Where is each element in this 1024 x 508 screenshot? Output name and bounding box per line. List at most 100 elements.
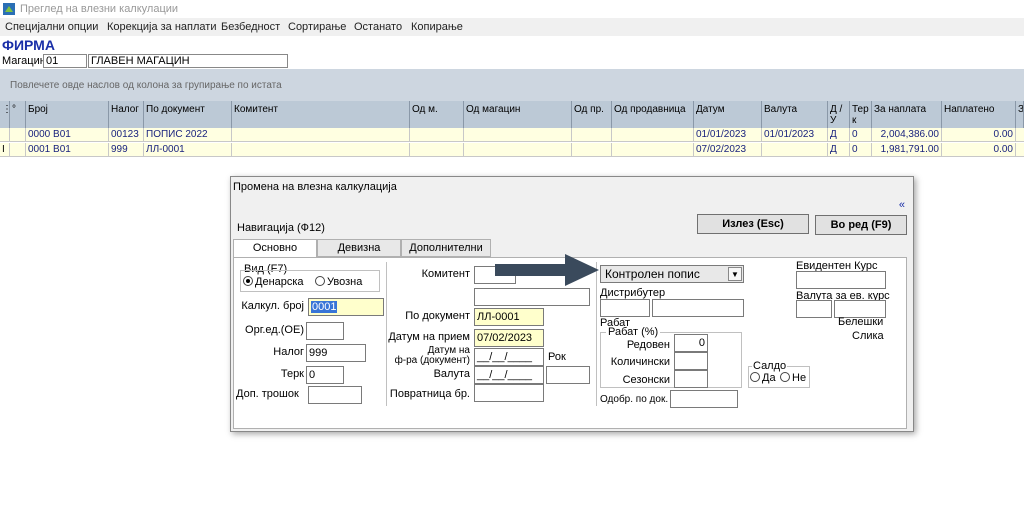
col-od-m[interactable]: Од м. [410, 101, 464, 128]
sort-header[interactable]: ° [10, 101, 26, 128]
terk-input[interactable]: 0 [306, 366, 344, 384]
cell-du[interactable]: Д [828, 143, 850, 157]
dialog-title: Промена на влезна калкулација [233, 181, 397, 193]
menu-other[interactable]: Останато [354, 21, 402, 33]
distributer-code-input[interactable] [600, 299, 650, 317]
menu-bar: Специјални опции Корекција за наплати Бе… [0, 18, 1024, 36]
cell-naplateno[interactable]: 0.00 [942, 143, 1016, 157]
ok-button[interactable]: Во ред (F9) [815, 215, 907, 235]
cell-nalog[interactable]: 00123 [109, 128, 144, 142]
menu-sorting[interactable]: Сортирање [288, 21, 346, 33]
radio-selected-icon [243, 276, 253, 286]
tab-dopolnitelni[interactable]: Дополнителни [401, 239, 491, 257]
cell-za-naplata[interactable]: 1,981,791.00 [872, 143, 942, 157]
col-komitent[interactable]: Комитент [232, 101, 410, 128]
group-by-area[interactable]: Повлечете овде наслов од колона за групи… [0, 69, 1024, 101]
extra-cost-label: Доп. трошок [236, 388, 299, 400]
saldo-ne-option[interactable]: Не [780, 372, 806, 384]
cell-po-dokument[interactable]: ЛЛ-0001 [144, 143, 232, 157]
document-type-select[interactable]: Контролен попис ▼ [600, 265, 744, 283]
col-broj[interactable]: Број [26, 101, 109, 128]
warehouse-name-field[interactable]: ГЛАВЕН МАГАЦИН [88, 54, 288, 68]
datum-priem-input[interactable]: 07/02/2023 [474, 329, 544, 347]
po-dokument-label: По документ [405, 310, 470, 322]
navigation-label[interactable]: Навигација (Ф12) [237, 222, 325, 234]
kolicinski-input[interactable] [674, 352, 708, 370]
col-naplateno[interactable]: Наплатено [942, 101, 1016, 128]
row-selector-header[interactable]: ⋮ [0, 101, 10, 128]
cell-valuta[interactable] [762, 143, 828, 157]
table-row[interactable]: I 0001 В01 999 ЛЛ-0001 07/02/2023 Д 0 1,… [0, 143, 1024, 157]
evid-kurs-input[interactable] [796, 271, 886, 289]
radio-icon [750, 372, 760, 382]
nalog-input[interactable]: 999 [306, 344, 366, 362]
cell-broj[interactable]: 0000 В01 [26, 128, 109, 142]
odobr-input[interactable] [670, 390, 738, 408]
cell-du[interactable]: Д [828, 128, 850, 142]
distributer-name-input[interactable] [652, 299, 744, 317]
cell-naplateno[interactable]: 0.00 [942, 128, 1016, 142]
valuta-input[interactable]: __/__/____ [474, 366, 544, 384]
cell-komitent[interactable] [232, 143, 410, 157]
cell-za-naplata[interactable]: 2,004,386.00 [872, 128, 942, 142]
col-terk[interactable]: Тер к [850, 101, 872, 128]
terk-label: Терк [280, 368, 304, 380]
col-z[interactable]: З [1016, 101, 1024, 128]
sezonski-input[interactable] [674, 370, 708, 388]
vid-uvozna-option[interactable]: Увозна [315, 276, 362, 288]
cell-po-dokument[interactable]: ПОПИС 2022 [144, 128, 232, 142]
datum-faktura-input[interactable]: __/__/____ [474, 348, 544, 366]
chevron-down-icon[interactable]: ▼ [728, 267, 742, 281]
col-od-prodavnica[interactable]: Од продавница [612, 101, 694, 128]
tab-osnovno[interactable]: Основно [233, 239, 317, 258]
distributer-label: Дистрибутер [600, 287, 666, 299]
vid-denarska-option[interactable]: Денарска [243, 276, 304, 288]
saldo-da-option[interactable]: Да [750, 372, 776, 384]
title-bar: Преглед на влезни калкулации [0, 0, 1024, 18]
tab-devizna[interactable]: Девизна [317, 239, 401, 257]
slika-link[interactable]: Слика [852, 330, 884, 342]
odobr-label: Одобр. по док. [600, 394, 669, 405]
menu-copying[interactable]: Копирање [411, 21, 463, 33]
edit-calculation-dialog: Промена на влезна калкулација « Навигаци… [230, 176, 914, 432]
col-za-naplata[interactable]: За наплата [872, 101, 942, 128]
cell-broj[interactable]: 0001 В01 [26, 143, 109, 157]
col-od-magacin[interactable]: Од магацин [464, 101, 572, 128]
col-datum[interactable]: Датум [694, 101, 762, 128]
saldo-label: Салдо [752, 360, 788, 372]
table-row[interactable]: 0000 В01 00123 ПОПИС 2022 01/01/2023 01/… [0, 128, 1024, 142]
extra-cost-input[interactable] [308, 386, 362, 404]
menu-special-options[interactable]: Специјални опции [5, 21, 98, 33]
col-od-pr[interactable]: Од пр. [572, 101, 612, 128]
cell-terk[interactable]: 0 [850, 143, 872, 157]
col-nalog[interactable]: Налог [109, 101, 144, 128]
povratnica-input[interactable] [474, 384, 544, 402]
warehouse-code-field[interactable]: 01 [43, 54, 87, 68]
vid-group: Денарска Увозна [240, 270, 380, 292]
nalog-label: Налог [273, 346, 304, 358]
cell-datum[interactable]: 07/02/2023 [694, 143, 762, 157]
cell-nalog[interactable]: 999 [109, 143, 144, 157]
po-dokument-input[interactable]: ЛЛ-0001 [474, 308, 544, 326]
cell-terk[interactable]: 0 [850, 128, 872, 142]
valuta-label: Валута [433, 368, 470, 380]
exit-button[interactable]: Излез (Esc) [697, 214, 809, 234]
col-du[interactable]: Д / У [828, 101, 850, 128]
beleski-link[interactable]: Белешки [838, 316, 883, 328]
redoven-input[interactable]: 0 [674, 334, 708, 352]
rok-input[interactable] [546, 366, 590, 384]
valuta-ev-kurs-code-input[interactable] [796, 300, 832, 318]
col-valuta[interactable]: Валута [762, 101, 828, 128]
datum-faktura-label: Датум на ф-ра (документ) [394, 345, 470, 366]
menu-security[interactable]: Безбедност [221, 21, 280, 33]
collapse-icon[interactable]: « [899, 199, 905, 211]
org-unit-input[interactable] [306, 322, 344, 340]
komitent-label: Комитент [421, 268, 470, 280]
grid-header: ⋮ ° Број Налог По документ Комитент Од м… [0, 101, 1024, 128]
cell-komitent[interactable] [232, 128, 410, 142]
kalk-number-input[interactable]: 0001 [308, 298, 384, 316]
cell-datum[interactable]: 01/01/2023 [694, 128, 762, 142]
menu-payment-correction[interactable]: Корекција за наплати [107, 21, 216, 33]
col-po-dokument[interactable]: По документ [144, 101, 232, 128]
cell-valuta[interactable]: 01/01/2023 [762, 128, 828, 142]
